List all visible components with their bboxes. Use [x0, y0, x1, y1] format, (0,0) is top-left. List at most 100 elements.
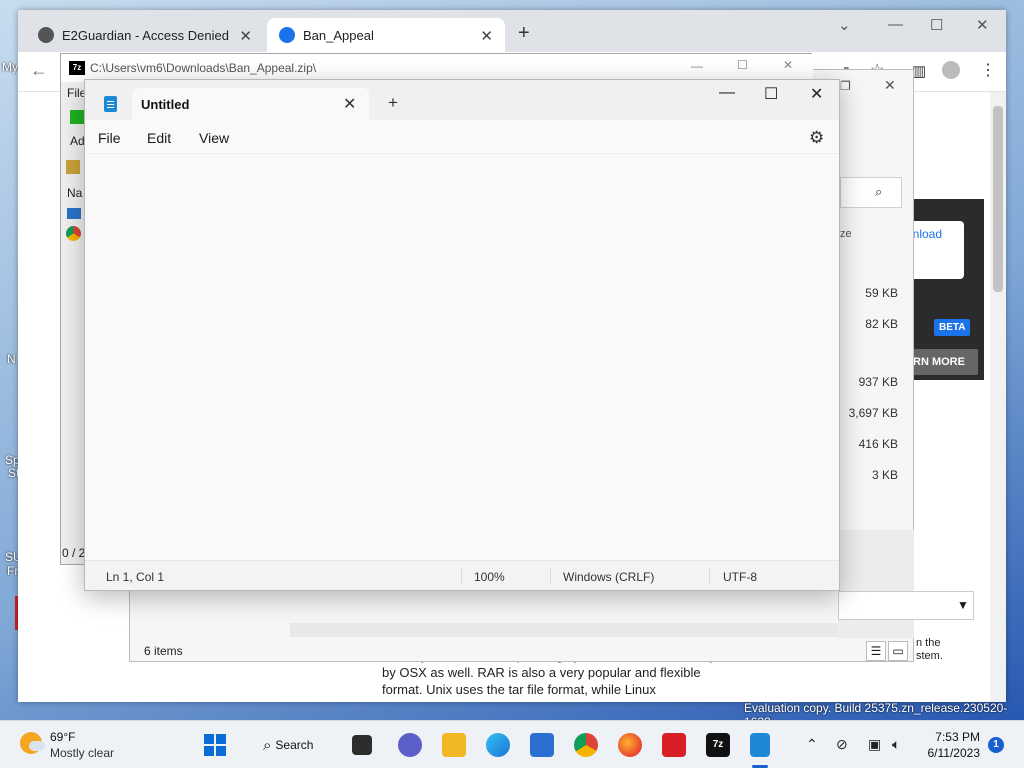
taskbar: 69°F Mostly clear ⌕ Search 7z ⌃ ⊘ ▣ 🔈︎ 7… — [0, 720, 1024, 768]
network-icon[interactable]: ⊘ — [836, 736, 848, 753]
text-editor-area[interactable] — [85, 154, 839, 559]
chevron-down-icon: ▼ — [957, 598, 969, 612]
details-view-icon[interactable]: ☰ — [866, 641, 886, 661]
size-column-header[interactable]: ze — [840, 228, 852, 240]
notepad-window: Untitled ✕ + — ☐ ✕ File Edit View ⚙ Ln 1… — [84, 79, 840, 591]
file-size: 416 KB — [858, 437, 898, 451]
taskbar-clock[interactable]: 7:53 PM 6/11/2023 — [928, 729, 981, 761]
notification-badge[interactable]: 1 — [988, 737, 1004, 753]
close-icon[interactable]: ✕ — [480, 27, 493, 45]
explorer-close-button[interactable]: ✕ — [884, 77, 896, 94]
weather-icon[interactable] — [20, 732, 45, 754]
explorer-note-line: n the — [916, 637, 941, 649]
notepad-menubar: File Edit View ⚙ — [85, 120, 839, 154]
store-icon[interactable] — [530, 733, 554, 757]
close-button[interactable]: ✕ — [976, 16, 989, 34]
status-divider — [461, 568, 462, 584]
minimize-button[interactable]: — — [719, 84, 735, 102]
file-size: 3 KB — [871, 468, 898, 482]
browser-tab-title: E2Guardian - Access Denied — [62, 27, 229, 43]
desktop-label: Fr — [7, 564, 19, 578]
maximize-button[interactable]: ☐ — [737, 58, 748, 72]
tiles-view-icon[interactable]: ▭ — [888, 641, 908, 661]
explorer-note-line: stem. — [916, 650, 943, 662]
search-icon: ⌕ — [263, 736, 272, 754]
menu-file[interactable]: File — [98, 130, 121, 146]
browser-tab-ban-appeal[interactable]: Ban_Appeal ✕ — [267, 18, 505, 52]
close-button[interactable]: ✕ — [783, 58, 793, 72]
file-size: 59 KB — [865, 286, 898, 300]
close-icon[interactable]: ✕ — [239, 27, 252, 45]
back-icon[interactable]: ← — [30, 60, 48, 81]
maximize-button[interactable]: ☐ — [930, 16, 943, 34]
chat-icon[interactable] — [398, 733, 422, 757]
details-pane — [838, 530, 914, 638]
antivirus-icon[interactable] — [662, 733, 686, 757]
add-icon[interactable] — [70, 110, 84, 124]
volume-icon[interactable]: 🔈︎ — [892, 736, 900, 753]
edge-icon[interactable] — [486, 733, 510, 757]
notepad-tab-title: Untitled — [141, 97, 190, 112]
7zip-titlebar: 7z C:\Users\vm6\Downloads\Ban_Appeal.zip… — [61, 54, 813, 82]
notepad-tab-untitled[interactable]: Untitled ✕ — [132, 88, 369, 120]
cursor-position: Ln 1, Col 1 — [106, 570, 165, 584]
up-folder-icon[interactable] — [66, 160, 80, 174]
maximize-button[interactable]: ☐ — [764, 84, 778, 104]
file-icon — [67, 208, 81, 219]
7zip-status: 0 / 2 — [62, 546, 86, 560]
notepad-taskbar-icon[interactable] — [750, 733, 770, 757]
task-view-icon[interactable] — [352, 735, 372, 755]
7zip-taskbar-icon[interactable]: 7z — [706, 733, 730, 757]
avatar[interactable] — [942, 61, 960, 79]
details-dropdown[interactable]: ▼ — [838, 591, 974, 620]
menu-view[interactable]: View — [199, 130, 229, 146]
close-icon[interactable]: ✕ — [343, 94, 356, 114]
page-scroll-thumb[interactable] — [993, 106, 1003, 292]
status-divider — [550, 568, 551, 584]
chevron-down-icon[interactable]: ⌄ — [838, 16, 851, 34]
menu-edit[interactable]: Edit — [147, 130, 171, 146]
weather-temperature[interactable]: 69°F — [50, 730, 75, 744]
firefox-icon[interactable] — [618, 733, 642, 757]
7zip-logo-icon: 7z — [69, 61, 85, 75]
explorer-search-input[interactable]: ⌕ — [840, 177, 902, 208]
menu-dots-icon[interactable]: ⋮ — [980, 60, 996, 80]
file-size: 82 KB — [865, 317, 898, 331]
display-icon[interactable]: ▣ — [868, 736, 881, 753]
browser-tab-e2guardian[interactable]: E2Guardian - Access Denied ✕ — [26, 18, 264, 52]
minimize-button[interactable]: — — [691, 59, 703, 73]
encoding: UTF-8 — [723, 570, 757, 584]
globe-icon — [38, 27, 54, 43]
notepad-icon — [104, 96, 117, 112]
chrome-icon[interactable] — [574, 733, 598, 757]
new-tab-button[interactable]: + — [388, 93, 398, 113]
gear-icon[interactable]: ⚙ — [809, 128, 824, 148]
chevron-up-icon[interactable]: ⌃ — [806, 736, 818, 753]
clock-time: 7:53 PM — [935, 730, 980, 744]
sidebar-icon[interactable]: ▥ — [912, 62, 926, 80]
browser-tab-title: Ban_Appeal — [303, 27, 374, 43]
minimize-button[interactable]: — — [888, 16, 903, 33]
explorer-horizontal-scrollbar[interactable] — [290, 623, 838, 637]
desktop-label: My — [2, 60, 18, 74]
close-button[interactable]: ✕ — [810, 84, 823, 104]
search-icon: ⌕ — [875, 184, 883, 199]
explorer-status-items: 6 items — [144, 644, 183, 658]
beta-badge: BETA — [934, 319, 971, 336]
weather-condition[interactable]: Mostly clear — [50, 746, 114, 760]
new-tab-button[interactable]: + — [518, 22, 530, 45]
status-divider — [709, 568, 710, 584]
7zip-name-column[interactable]: Na — [67, 186, 82, 200]
clock-date: 6/11/2023 — [927, 746, 981, 760]
start-button[interactable] — [203, 733, 227, 757]
7zip-path: C:\Users\vm6\Downloads\Ban_Appeal.zip\ — [90, 61, 317, 75]
file-explorer-icon[interactable] — [442, 733, 466, 757]
file-size: 937 KB — [858, 375, 898, 389]
notepad-tabbar: Untitled ✕ + — ☐ ✕ — [85, 80, 839, 120]
notepad-statusbar: Ln 1, Col 1 100% Windows (CRLF) UTF-8 — [85, 560, 839, 590]
explorer-note: n the stem. — [916, 637, 943, 663]
line-ending: Windows (CRLF) — [563, 570, 655, 584]
explorer-restore-icon[interactable]: ❐ — [840, 79, 851, 93]
site-favicon-icon — [279, 27, 295, 43]
taskbar-search-button[interactable]: ⌕ Search — [255, 731, 335, 759]
